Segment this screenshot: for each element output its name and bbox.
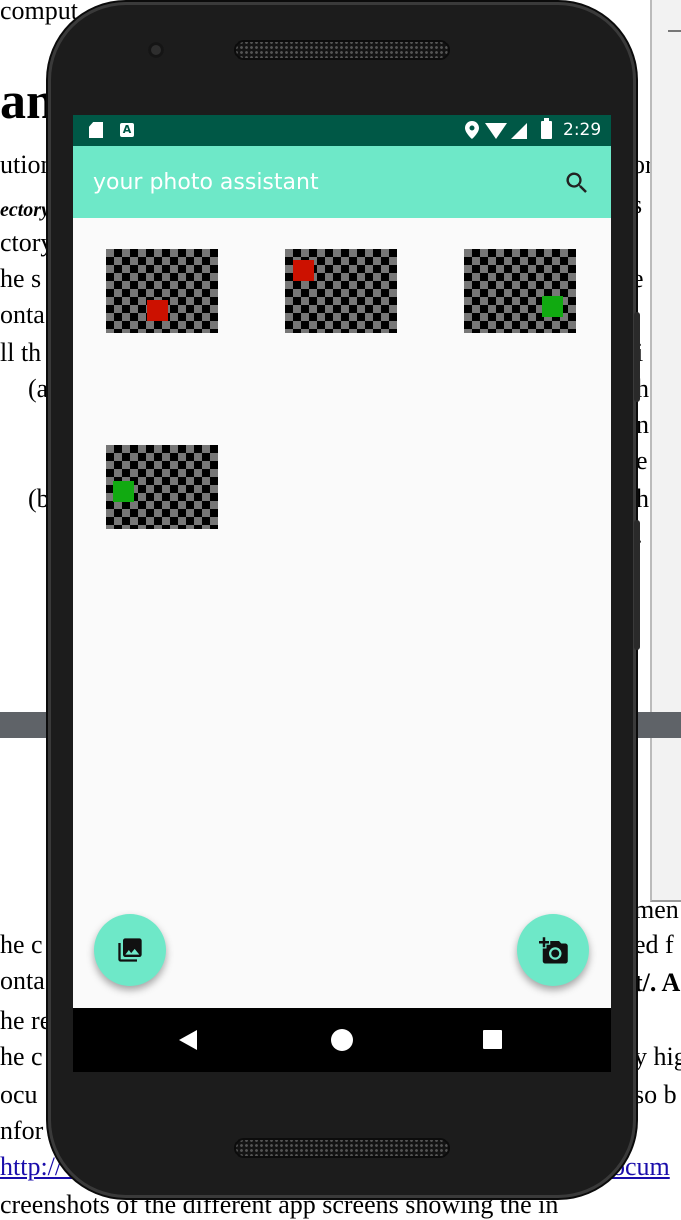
doc-line: ll th: [0, 338, 42, 367]
doc-line: t/. A: [634, 968, 681, 997]
background-window: [650, 0, 681, 902]
doc-line: men: [634, 895, 679, 924]
app-bar: your photo assistant: [73, 146, 611, 218]
recents-icon[interactable]: [483, 1030, 502, 1049]
add-a-photo-icon: [539, 937, 568, 964]
a-notification-icon: A: [120, 123, 134, 137]
camera-button[interactable]: [517, 914, 589, 986]
photo-marker: [542, 296, 563, 317]
doc-line: ocu: [0, 1080, 38, 1109]
doc-line: he c: [0, 1042, 43, 1071]
front-camera: [148, 42, 164, 58]
app-title: your photo assistant: [93, 170, 319, 195]
volume-button: [634, 312, 640, 402]
top-speaker: [234, 40, 450, 60]
doc-line: he c: [0, 930, 43, 959]
doc-title-fragment: an: [0, 73, 55, 130]
cell-signal-icon: [511, 123, 527, 139]
window-divider: [668, 30, 681, 32]
doc-line: y hig: [634, 1042, 681, 1071]
doc-line: ution: [0, 150, 54, 179]
photo-thumbnail[interactable]: [106, 249, 218, 333]
status-time: 2:29: [563, 120, 602, 140]
bottom-speaker: [234, 1138, 450, 1158]
home-icon[interactable]: [331, 1029, 353, 1051]
doc-fragment: comput: [0, 0, 78, 25]
doc-line: (a: [28, 374, 49, 403]
doc-line: onta: [0, 966, 45, 995]
wifi-icon: [485, 123, 507, 139]
doc-line: ctory: [0, 228, 54, 257]
doc-line: he s: [0, 264, 42, 293]
doc-line: h: [636, 484, 649, 513]
photo-thumbnail[interactable]: [464, 249, 576, 333]
photo-marker: [147, 300, 168, 321]
doc-line: ed f: [634, 930, 674, 959]
doc-line: onta: [0, 300, 45, 329]
doc-line: so b: [634, 1080, 677, 1109]
gallery-button[interactable]: [94, 914, 166, 986]
photo-marker: [113, 481, 134, 502]
doc-line: he re: [0, 1006, 52, 1035]
battery-charging-icon: [541, 118, 552, 139]
phone-screen: A 2:29 your photo assistant: [73, 115, 611, 1072]
doc-line: (b: [28, 484, 50, 513]
photo-thumbnail[interactable]: [285, 249, 397, 333]
photo-thumbnail[interactable]: [106, 445, 218, 529]
doc-line: e: [636, 446, 648, 475]
search-icon[interactable]: [563, 169, 591, 197]
photo-marker: [293, 260, 314, 281]
power-button: [634, 520, 640, 650]
back-icon[interactable]: [179, 1030, 197, 1050]
doc-line: nfor: [0, 1116, 44, 1145]
photo-library-icon: [118, 938, 142, 962]
status-bar: A 2:29: [73, 115, 611, 146]
sd-card-icon: [89, 122, 103, 138]
doc-line: ectory: [0, 199, 50, 221]
location-icon: [465, 121, 479, 139]
navigation-bar: [73, 1008, 611, 1072]
doc-line: n: [636, 410, 649, 439]
